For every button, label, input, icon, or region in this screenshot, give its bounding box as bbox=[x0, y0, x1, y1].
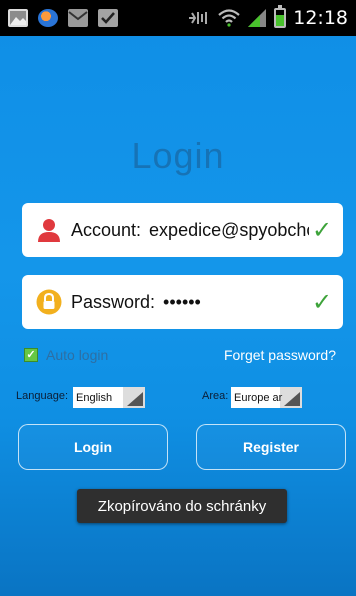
battery-icon bbox=[274, 5, 287, 28]
login-options: ✓ Auto login Forget password? bbox=[0, 345, 356, 369]
register-button[interactable]: Register bbox=[196, 424, 346, 470]
system-icons: 12:18 bbox=[187, 5, 348, 29]
password-label: Password: bbox=[71, 291, 156, 312]
mail-icon bbox=[68, 9, 88, 27]
toast-message: Zkopírováno do schránky bbox=[77, 489, 287, 523]
status-bar: 12:18 bbox=[0, 0, 356, 36]
area-select[interactable]: Europe ar bbox=[231, 387, 302, 408]
dropdown-arrow-icon bbox=[284, 392, 300, 406]
area-label: Area: bbox=[202, 390, 229, 402]
auto-login-checkbox[interactable]: ✓ Auto login bbox=[24, 347, 108, 363]
wifi-icon bbox=[218, 9, 240, 27]
signal-icon bbox=[248, 9, 267, 27]
clock: 12:18 bbox=[293, 7, 348, 29]
forget-password-link[interactable]: Forget password? bbox=[224, 347, 336, 363]
account-input[interactable]: expedice@spyobchod.cz bbox=[149, 220, 309, 241]
area-select-value: Europe ar bbox=[234, 391, 283, 404]
login-button[interactable]: Login bbox=[18, 424, 168, 470]
checkbox-checked-icon[interactable]: ✓ bbox=[24, 348, 38, 362]
lock-icon bbox=[35, 288, 63, 316]
account-valid-icon: ✓ bbox=[311, 216, 333, 244]
password-input[interactable]: •••••• bbox=[163, 292, 309, 313]
auto-login-label: Auto login bbox=[46, 347, 109, 363]
clipboard-icon bbox=[98, 9, 118, 27]
password-valid-icon: ✓ bbox=[311, 288, 333, 316]
notification-icons bbox=[8, 9, 118, 27]
account-label: Account: bbox=[71, 219, 142, 240]
account-field[interactable]: Account: expedice@spyobchod.cz ✓ bbox=[22, 203, 343, 257]
page-title: Login bbox=[131, 135, 225, 176]
password-field[interactable]: Password: •••••• ✓ bbox=[22, 275, 343, 329]
language-label: Language: bbox=[16, 390, 68, 402]
language-select-value: English bbox=[76, 391, 113, 404]
app-icon bbox=[38, 9, 58, 27]
language-select[interactable]: English bbox=[73, 387, 145, 408]
nfc-icon bbox=[189, 12, 208, 24]
gallery-icon bbox=[8, 9, 28, 27]
dropdown-arrow-icon bbox=[127, 392, 143, 406]
user-icon bbox=[35, 216, 63, 244]
